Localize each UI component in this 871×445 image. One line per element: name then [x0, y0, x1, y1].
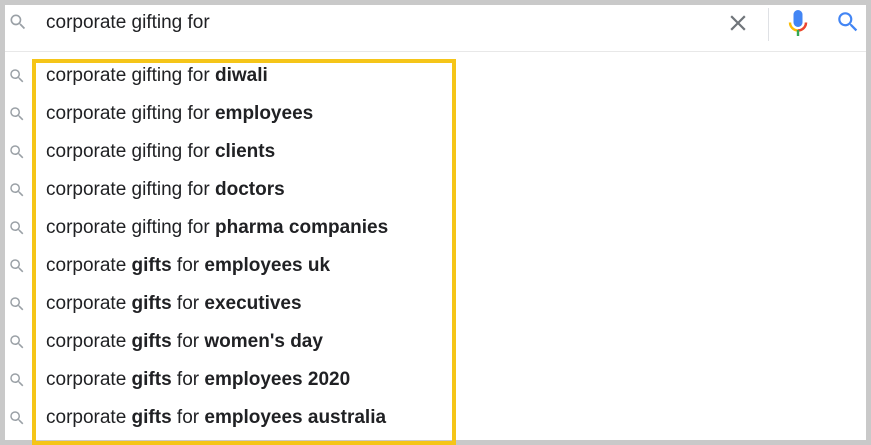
suggestion-bold-part: employees uk — [204, 255, 331, 276]
suggestion-item[interactable]: corporate gifting for employees — [5, 95, 866, 133]
suggestion-plain-part: corporate — [46, 293, 132, 314]
suggestion-bold-part: women's day — [204, 331, 323, 352]
suggestion-plain-part: for — [171, 293, 205, 314]
suggestion-bold-part: diwali — [214, 65, 268, 86]
suggestion-plain-part: corporate — [46, 369, 132, 390]
suggestion-bold-part: employees — [214, 103, 314, 124]
suggestion-plain-part: corporate — [46, 255, 132, 276]
search-icon — [10, 69, 24, 83]
suggestion-plain-part: for — [171, 331, 205, 352]
suggestion-item[interactable]: corporate gifting for pharma companies — [5, 209, 866, 247]
suggestion-item[interactable]: corporate gifts for executives — [5, 285, 866, 323]
search-input[interactable] — [46, 8, 706, 38]
suggestion-bold-part: doctors — [214, 179, 285, 200]
suggestion-text: corporate gifts for employees 2020 — [46, 369, 350, 391]
suggestion-bold-part: gifts — [131, 407, 172, 428]
suggestion-item[interactable]: corporate gifts for employees australia — [5, 399, 866, 437]
suggestion-item[interactable]: corporate gifts for employees 2020 — [5, 361, 866, 399]
suggestion-bold-part: gifts — [131, 369, 172, 390]
suggestion-bold-part: clients — [214, 141, 276, 162]
suggestion-plain-part: for — [171, 255, 205, 276]
suggestion-plain-part: for — [171, 369, 205, 390]
suggestion-text: corporate gifts for employees uk — [46, 255, 330, 277]
suggestion-bold-part: executives — [204, 293, 302, 314]
microphone-icon[interactable] — [786, 8, 810, 40]
search-icon — [10, 297, 24, 311]
suggestion-bold-part: pharma companies — [214, 217, 389, 238]
suggestion-plain-part: corporate gifting for — [46, 179, 215, 200]
suggestion-plain-part: corporate gifting for — [46, 141, 215, 162]
suggestion-text: corporate gifting for employees — [46, 103, 313, 125]
suggestion-plain-part: corporate gifting for — [46, 65, 215, 86]
search-icon — [10, 221, 24, 235]
suggestion-text: corporate gifts for executives — [46, 293, 302, 315]
suggestion-item[interactable]: corporate gifting for clients — [5, 133, 866, 171]
search-widget: corporate gifting for diwalicorporate gi… — [0, 0, 871, 445]
close-icon[interactable] — [725, 10, 751, 36]
search-icon — [10, 373, 24, 387]
suggestion-bold-part: employees australia — [204, 407, 387, 428]
suggestion-bold-part: gifts — [131, 255, 172, 276]
suggestion-plain-part: corporate — [46, 331, 132, 352]
search-icon — [10, 14, 26, 30]
search-icon — [10, 259, 24, 273]
suggestion-text: corporate gifting for pharma companies — [46, 217, 388, 239]
search-icon — [10, 145, 24, 159]
search-icon — [10, 183, 24, 197]
suggestion-text: corporate gifts for employees australia — [46, 407, 386, 429]
suggestion-item[interactable]: corporate gifts for employees uk — [5, 247, 866, 285]
search-icon — [10, 411, 24, 425]
suggestion-item[interactable]: corporate gifting for doctors — [5, 171, 866, 209]
suggestion-bold-part: gifts — [131, 293, 172, 314]
suggestion-list: corporate gifting for diwali corporate gi… — [5, 57, 866, 437]
search-bar — [5, 5, 866, 52]
suggestion-item[interactable]: corporate gifts for women's day — [5, 323, 866, 361]
suggestion-plain-part: corporate — [46, 407, 132, 428]
suggestion-text: corporate gifting for clients — [46, 141, 275, 163]
suggestion-text: corporate gifting for doctors — [46, 179, 285, 201]
suggestion-plain-part: corporate gifting for — [46, 217, 215, 238]
suggestion-plain-part: for — [171, 407, 205, 428]
suggestion-text: corporate gifts for women's day — [46, 331, 323, 353]
search-icon — [10, 335, 24, 349]
suggestion-item[interactable]: corporate gifting for diwali — [5, 57, 866, 95]
search-icon — [10, 107, 24, 121]
search-submit-icon[interactable] — [835, 9, 861, 35]
suggestion-bold-part: gifts — [131, 331, 172, 352]
suggestion-text: corporate gifting for diwali — [46, 65, 268, 87]
toolbar-divider — [768, 8, 769, 41]
suggestion-bold-part: employees 2020 — [204, 369, 351, 390]
suggestion-plain-part: corporate gifting for — [46, 103, 215, 124]
